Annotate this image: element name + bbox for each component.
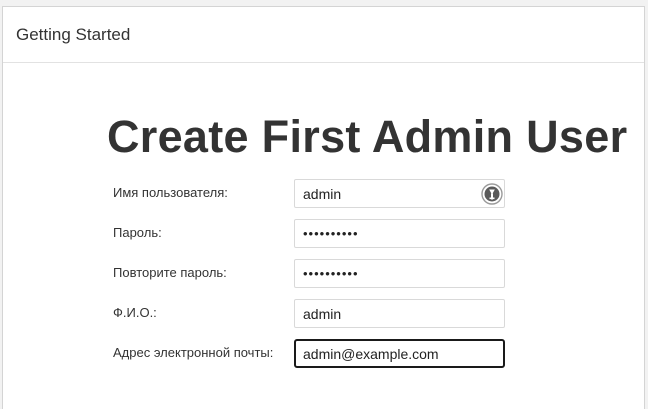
email-label: Адрес электронной почты:: [113, 345, 274, 360]
dialog-header: Getting Started: [3, 7, 644, 63]
email-row: Адрес электронной почты:: [0, 339, 648, 369]
full-name-input[interactable]: [294, 299, 505, 328]
email-input[interactable]: [294, 339, 505, 368]
username-input[interactable]: [294, 179, 505, 208]
confirm-password-input[interactable]: [294, 259, 505, 288]
password-manager-icon[interactable]: [481, 183, 503, 205]
full-name-row: Ф.И.О.:: [0, 299, 648, 329]
dialog-title: Getting Started: [16, 25, 131, 44]
password-label: Пароль:: [113, 225, 162, 240]
password-row: Пароль:: [0, 219, 648, 249]
username-row: Имя пользователя:: [0, 179, 648, 209]
page-title: Create First Admin User: [107, 111, 628, 162]
confirm-password-row: Повторите пароль:: [0, 259, 648, 289]
username-label: Имя пользователя:: [113, 185, 228, 200]
confirm-password-label: Повторите пароль:: [113, 265, 227, 280]
password-input[interactable]: [294, 219, 505, 248]
full-name-label: Ф.И.О.:: [113, 305, 157, 320]
